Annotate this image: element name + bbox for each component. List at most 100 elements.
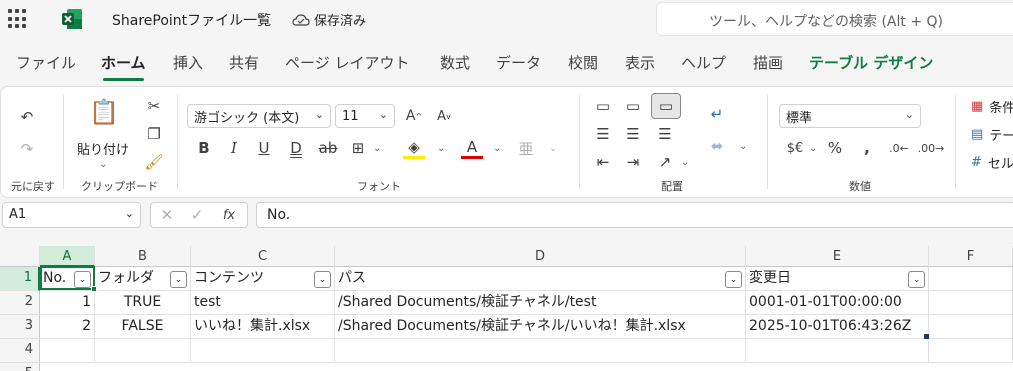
select-all-corner[interactable] <box>0 246 40 267</box>
table-cell[interactable] <box>929 339 1013 363</box>
fill-color-icon[interactable]: ◈ <box>403 137 425 159</box>
table-cell[interactable]: 2 <box>40 315 95 339</box>
font-color-chevron-icon[interactable]: ⌄ <box>493 143 501 154</box>
row-header-1[interactable]: 1 <box>0 267 40 291</box>
phonetic-guide-icon[interactable]: 亜 <box>515 137 537 159</box>
table-cell[interactable] <box>929 267 1013 291</box>
column-header-b[interactable]: B <box>95 246 191 267</box>
increase-font-size-icon[interactable]: A ^ <box>403 105 425 127</box>
borders-chevron-icon[interactable]: ⌄ <box>373 143 381 154</box>
tab-home[interactable]: ホーム <box>101 52 146 81</box>
align-right-icon[interactable]: ☰ <box>653 123 677 145</box>
table-cell[interactable]: 2025-10-01T06:43:26Z <box>746 315 929 339</box>
search-input[interactable]: ツール、ヘルプなどの検索 (Alt + Q) <box>656 2 1013 36</box>
phonetic-chevron-icon[interactable]: ⌄ <box>549 143 557 154</box>
column-header-f[interactable]: F <box>929 246 1013 267</box>
italic-icon[interactable]: I <box>223 137 245 159</box>
document-title[interactable]: SharePointファイル一覧 <box>112 10 271 30</box>
save-status[interactable]: 保存済み <box>292 10 366 29</box>
tab-file[interactable]: ファイル <box>16 52 76 73</box>
increase-indent-icon[interactable]: ⇥ <box>621 151 645 173</box>
tab-data[interactable]: データ <box>496 52 541 73</box>
borders-icon[interactable]: ⊞ <box>347 137 369 159</box>
table-cell[interactable] <box>929 315 1013 339</box>
merge-chevron-icon[interactable]: ⌄ <box>739 141 747 152</box>
formula-input[interactable]: No. <box>256 202 1013 228</box>
tab-insert[interactable]: 挿入 <box>173 52 203 73</box>
decrease-decimal-icon[interactable]: .00→ <box>918 137 945 159</box>
tab-view[interactable]: 表示 <box>625 52 655 73</box>
tab-share[interactable]: 共有 <box>229 52 259 73</box>
conditional-formatting-button[interactable]: ▦ 条件付き書式 <box>971 95 1013 117</box>
tab-draw[interactable]: 描画 <box>753 52 783 73</box>
column-header-d[interactable]: D <box>335 246 746 267</box>
table-cell[interactable] <box>40 339 95 363</box>
bold-icon[interactable]: B <box>193 137 215 159</box>
row-header-2[interactable]: 2 <box>0 291 40 315</box>
cancel-icon[interactable]: ✕ <box>157 205 177 225</box>
filter-dropdown-icon[interactable]: ⌄ <box>908 271 925 288</box>
filter-dropdown-icon[interactable]: ⌄ <box>725 271 742 288</box>
number-format-select[interactable]: 標準 ⌄ <box>779 104 921 128</box>
paste-chevron-icon[interactable]: ⌄ <box>99 159 107 170</box>
tab-table-design[interactable]: テーブル デザイン <box>809 52 933 73</box>
table-cell[interactable] <box>191 339 335 363</box>
align-left-icon[interactable]: ☰ <box>591 123 615 145</box>
table-header-cell[interactable]: パス <box>335 267 746 291</box>
align-top-icon[interactable]: ▭ <box>591 95 615 117</box>
tab-formulas[interactable]: 数式 <box>440 52 470 73</box>
table-cell[interactable]: TRUE <box>95 291 191 315</box>
merge-center-icon[interactable]: ⬌ <box>705 135 729 157</box>
table-cell[interactable]: test <box>191 291 335 315</box>
column-header-e[interactable]: E <box>746 246 929 267</box>
paste-icon[interactable]: 📋 <box>87 95 121 129</box>
paste-button[interactable]: 貼り付け <box>77 139 129 158</box>
column-header-a[interactable]: A <box>40 246 95 267</box>
font-color-icon[interactable]: A <box>461 137 483 159</box>
wrap-text-icon[interactable]: ↵ <box>705 103 729 125</box>
enter-icon[interactable]: ✓ <box>187 205 207 225</box>
table-cell[interactable]: /Shared Documents/検証チャネル/いいね！集計.xlsx <box>335 315 746 339</box>
decrease-indent-icon[interactable]: ⇤ <box>591 151 615 173</box>
format-painter-icon[interactable]: 🖌 <box>143 151 165 173</box>
table-cell[interactable] <box>95 339 191 363</box>
fill-color-chevron-icon[interactable]: ⌄ <box>437 143 445 154</box>
table-cell[interactable] <box>929 291 1013 315</box>
table-cell[interactable]: FALSE <box>95 315 191 339</box>
tab-review[interactable]: 校閲 <box>568 52 598 73</box>
row-header-5[interactable]: 5 <box>0 363 40 371</box>
table-cell[interactable]: いいね！集計.xlsx <box>191 315 335 339</box>
currency-chevron-icon[interactable]: ⌄ <box>809 143 817 154</box>
row-header-3[interactable]: 3 <box>0 315 40 339</box>
table-cell[interactable]: /Shared Documents/検証チャネル/test <box>335 291 746 315</box>
font-size-select[interactable]: 11 ⌄ <box>335 104 395 128</box>
table-cell[interactable]: 0001-01-01T00:00:00 <box>746 291 929 315</box>
text-orientation-icon[interactable]: ↗ <box>653 151 677 173</box>
tab-help[interactable]: ヘルプ <box>681 52 726 73</box>
filter-dropdown-icon[interactable]: ⌄ <box>170 271 187 288</box>
align-bottom-icon[interactable]: ▭ <box>651 93 681 119</box>
column-header-c[interactable]: C <box>191 246 335 267</box>
table-header-cell[interactable]: 変更日 <box>746 267 929 291</box>
table-cell[interactable] <box>746 339 929 363</box>
fill-handle[interactable] <box>91 286 97 292</box>
underline-icon[interactable]: U <box>253 137 275 159</box>
table-cell[interactable]: 1 <box>40 291 95 315</box>
worksheet-grid[interactable]: A B C D E F 1 2 3 4 5 No. ⌄ フォルダ ⌄ コンテンツ… <box>0 246 1013 371</box>
redo-icon[interactable]: ↷ <box>15 137 39 161</box>
row-header-4[interactable]: 4 <box>0 339 40 363</box>
decrease-font-size-icon[interactable]: Av <box>433 105 455 127</box>
strikethrough-icon[interactable]: ab <box>317 137 339 159</box>
align-middle-icon[interactable]: ▭ <box>621 95 645 117</box>
cut-icon[interactable]: ✂ <box>143 95 165 117</box>
currency-format-icon[interactable]: $€ <box>783 137 807 159</box>
percent-icon[interactable]: % <box>823 137 847 159</box>
undo-icon[interactable]: ↶ <box>15 105 39 129</box>
name-box[interactable]: A1 ⌄ <box>2 202 141 228</box>
table-cell[interactable] <box>335 339 746 363</box>
insert-function-icon[interactable]: fx <box>217 205 241 225</box>
orientation-chevron-icon[interactable]: ⌄ <box>681 157 689 168</box>
format-as-table-button[interactable]: ▤ テーブルとして書式設定 <box>971 123 1013 145</box>
cell-styles-button[interactable]: # セルのスタイル <box>971 151 1013 173</box>
tab-page-layout[interactable]: ページ レイアウト <box>285 52 409 73</box>
